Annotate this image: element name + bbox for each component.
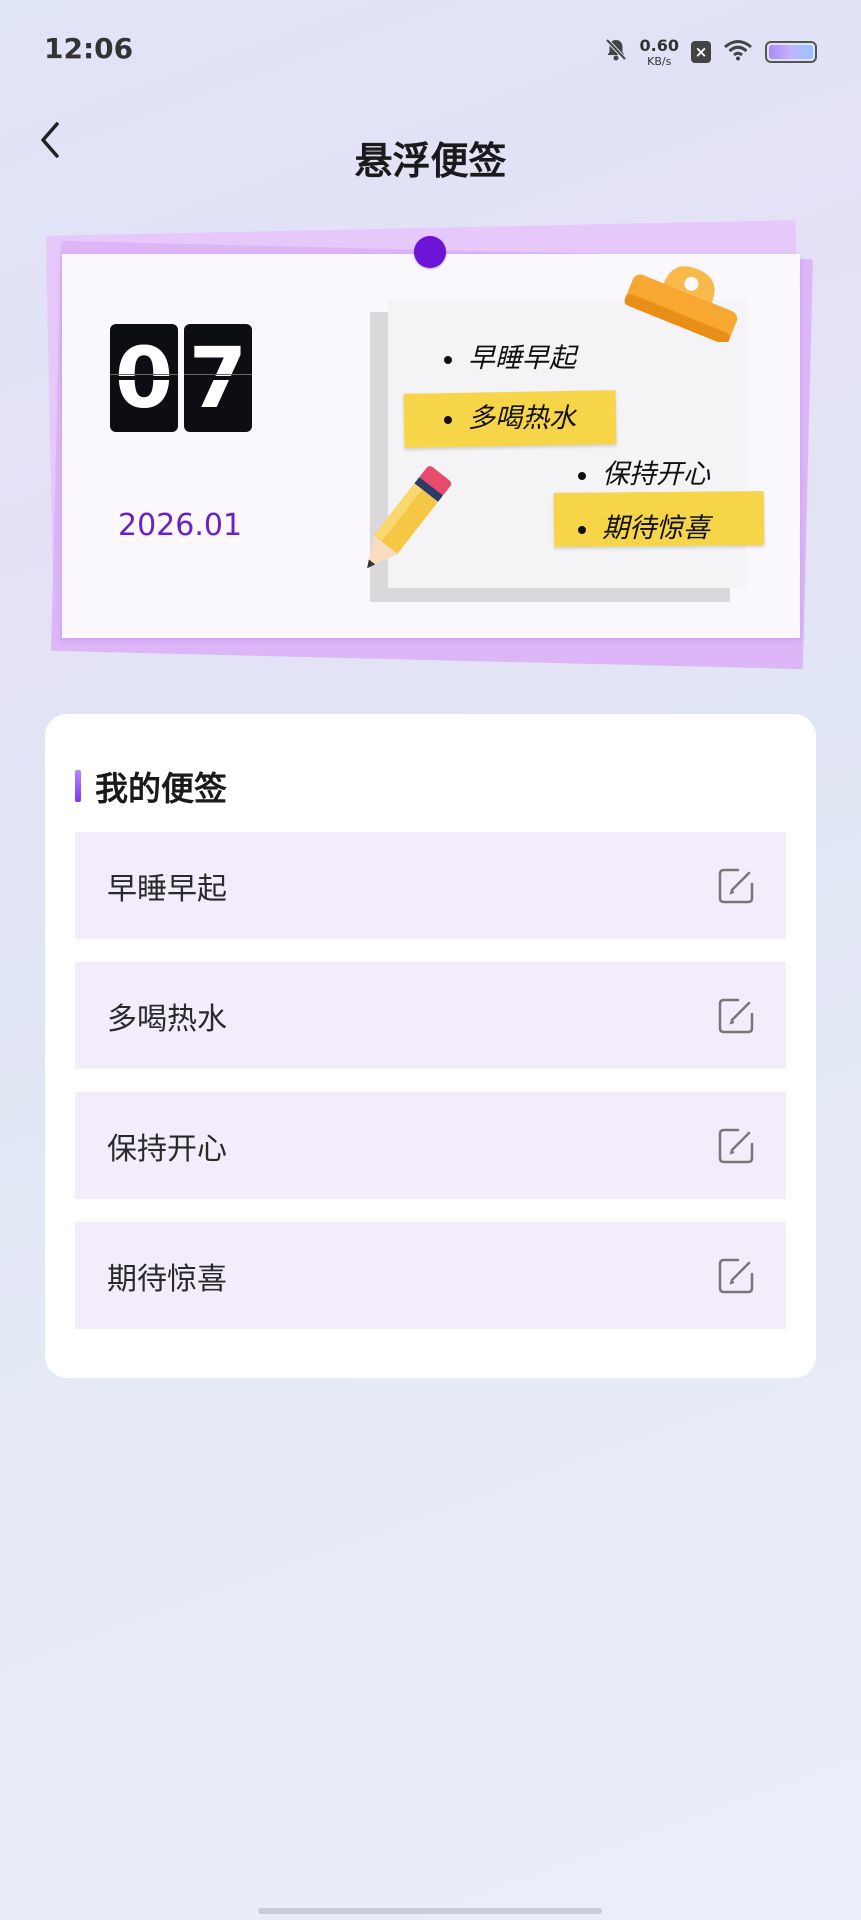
note-item[interactable]: 期待惊喜 [75,1222,786,1329]
network-speed-unit: KB/s [647,54,672,68]
network-speed-value: 0.60 [639,35,679,55]
battery-icon [765,41,817,63]
illustration-note: 保持开心 [578,452,710,491]
binder-clip-icon [624,266,738,342]
section-header: 我的便签 [75,766,227,808]
edit-button[interactable] [716,866,756,906]
flip-digit: 7 [184,324,252,432]
illustration-note: 期待惊喜 [578,506,710,545]
edit-button[interactable] [716,1126,756,1166]
bell-muted-icon [604,37,628,67]
note-label: 保持开心 [107,1131,227,1167]
notes-card: 我的便签 早睡早起 多喝热水 保持开心 期待惊喜 [45,714,816,1378]
status-icons: 0.60 KB/s × [604,32,817,72]
edit-icon [718,1258,754,1293]
illustration-note: 多喝热水 [444,396,576,435]
notepad-illustration: 早睡早起 多喝热水 保持开心 期待惊喜 [367,266,765,602]
note-item[interactable]: 保持开心 [75,1092,786,1199]
network-speed: 0.60 KB/s [639,35,679,68]
app-header: 悬浮便签 [0,100,861,200]
edit-button[interactable] [716,996,756,1036]
note-item[interactable]: 早睡早起 [75,832,786,939]
home-indicator[interactable] [258,1908,602,1914]
edit-icon [718,998,754,1033]
note-label: 期待惊喜 [107,1261,227,1297]
wifi-icon [723,39,753,65]
status-bar: 12:06 0.60 KB/s × [0,0,861,100]
status-time: 12:06 [44,32,134,65]
hero-year-month: 2026.01 [118,508,243,543]
section-accent-bar [75,770,81,802]
edit-icon [718,868,754,903]
pencil-icon [367,466,452,569]
battery-level [769,45,813,59]
flip-digit: 0 [110,324,178,432]
note-label: 早睡早起 [107,871,227,907]
flip-clock-day: 0 7 [110,324,252,432]
note-item[interactable]: 多喝热水 [75,962,786,1069]
note-label: 多喝热水 [107,1001,227,1037]
page-title: 悬浮便签 [354,139,507,183]
edit-button[interactable] [716,1256,756,1296]
section-title: 我的便签 [95,769,227,808]
pin-icon [414,236,446,268]
edit-icon [718,1128,754,1163]
illustration-note: 早睡早起 [444,336,576,375]
sim-off-icon: × [691,41,711,63]
